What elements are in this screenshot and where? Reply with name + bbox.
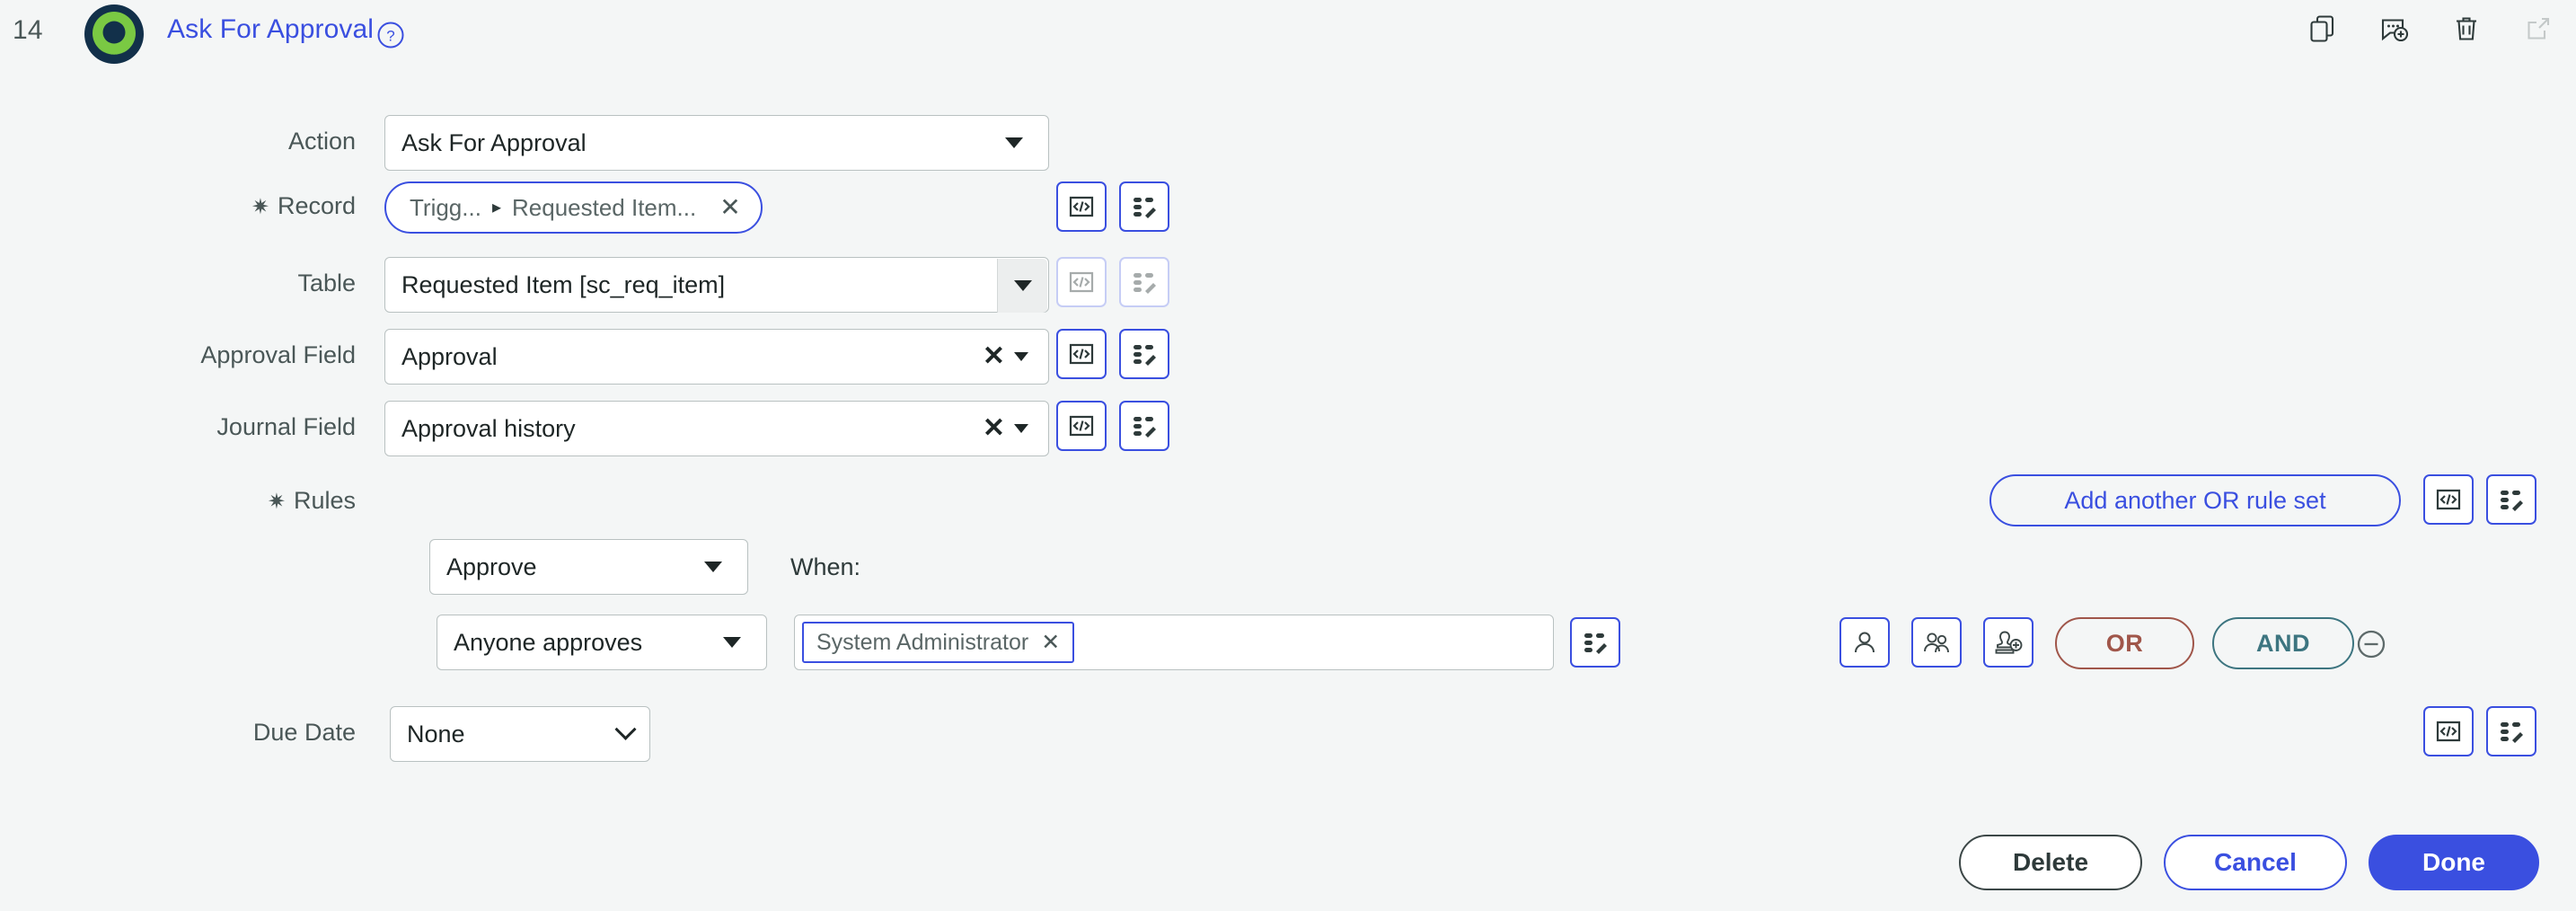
help-circle-icon[interactable]: ? bbox=[375, 20, 406, 50]
rules-data-pill-button[interactable] bbox=[2486, 474, 2536, 525]
approver-type-approver-button[interactable] bbox=[1983, 617, 2033, 668]
approval-ring-icon bbox=[84, 4, 145, 65]
logic-or-button[interactable]: OR bbox=[2055, 617, 2194, 669]
approver-chip-clear-icon[interactable]: ✕ bbox=[1041, 631, 1060, 654]
record-chip[interactable]: Trigg... ▸ Requested Item... ✕ bbox=[384, 181, 763, 234]
rule-decision-select[interactable]: Approve bbox=[429, 539, 748, 595]
when-label: When: bbox=[790, 553, 861, 580]
add-comment-icon[interactable] bbox=[2377, 11, 2413, 47]
record-script-button[interactable] bbox=[1056, 181, 1107, 232]
approval-field-value: Approval bbox=[401, 342, 498, 370]
chevron-right-icon: ▸ bbox=[491, 198, 501, 217]
record-chip-clear-icon[interactable]: ✕ bbox=[719, 195, 740, 220]
due-date-script-button[interactable] bbox=[2423, 706, 2474, 756]
journal-field-label: Journal Field bbox=[216, 413, 356, 440]
table-script-button[interactable] bbox=[1056, 257, 1107, 307]
journal-field-input[interactable]: Approval history ✕ bbox=[384, 401, 1049, 456]
journal-field-data-pill-button[interactable] bbox=[1119, 401, 1169, 451]
approval-field-script-button[interactable] bbox=[1056, 329, 1107, 379]
page-title[interactable]: Ask For Approval bbox=[167, 14, 374, 45]
due-date-label: Due Date bbox=[252, 719, 356, 746]
record-label: ✷ Record bbox=[251, 192, 356, 219]
action-header: 14 Ask For Approval ? bbox=[0, 0, 2576, 66]
journal-field-script-button[interactable] bbox=[1056, 401, 1107, 451]
due-date-select[interactable]: None bbox=[390, 706, 650, 762]
required-asterisk: ✷ bbox=[251, 195, 269, 219]
chevron-down-icon bbox=[614, 718, 637, 740]
journal-field-value: Approval history bbox=[401, 414, 576, 442]
rule-decision-value: Approve bbox=[446, 553, 537, 580]
action-label: Action bbox=[287, 128, 356, 155]
done-button[interactable]: Done bbox=[2369, 835, 2539, 890]
approver-type-user-button[interactable] bbox=[1839, 617, 1890, 668]
approval-field-input[interactable]: Approval ✕ bbox=[384, 329, 1049, 385]
table-data-pill-button[interactable] bbox=[1119, 257, 1169, 307]
record-chip-prefix: Trigg... bbox=[410, 193, 481, 221]
trash-icon[interactable] bbox=[2448, 11, 2484, 47]
header-action-icons bbox=[2305, 11, 2556, 47]
record-data-pill-button[interactable] bbox=[1119, 181, 1169, 232]
chevron-down-icon bbox=[723, 637, 741, 648]
rules-script-button[interactable] bbox=[2423, 474, 2474, 525]
required-asterisk: ✷ bbox=[267, 490, 286, 514]
approver-chip-label: System Administrator bbox=[816, 629, 1029, 655]
cancel-button[interactable]: Cancel bbox=[2164, 835, 2347, 890]
due-date-value: None bbox=[407, 720, 465, 747]
delete-button[interactable]: Delete bbox=[1959, 835, 2142, 890]
approval-field-clear-icon[interactable]: ✕ bbox=[983, 343, 1005, 370]
table-value: Requested Item [sc_req_item] bbox=[401, 270, 726, 298]
chevron-down-icon bbox=[1013, 280, 1032, 291]
journal-field-clear-icon[interactable]: ✕ bbox=[983, 415, 1005, 442]
open-external-icon[interactable] bbox=[2520, 11, 2556, 47]
approver-data-pill-button[interactable] bbox=[1570, 617, 1620, 668]
approver-list-input[interactable]: System Administrator ✕ bbox=[794, 615, 1554, 670]
logic-and-button[interactable]: AND bbox=[2212, 617, 2354, 669]
duplicate-icon[interactable] bbox=[2305, 11, 2341, 47]
chevron-down-icon bbox=[1005, 137, 1023, 148]
approval-field-data-pill-button[interactable] bbox=[1119, 329, 1169, 379]
step-number: 14 bbox=[13, 15, 43, 45]
approval-field-label: Approval Field bbox=[200, 341, 356, 368]
chevron-down-icon[interactable] bbox=[1014, 352, 1028, 361]
rules-label: ✷ Rules bbox=[267, 487, 356, 514]
action-select[interactable]: Ask For Approval bbox=[384, 115, 1049, 171]
due-date-data-pill-button[interactable] bbox=[2486, 706, 2536, 756]
table-select[interactable]: Requested Item [sc_req_item] bbox=[384, 257, 1049, 313]
rule-condition-value: Anyone approves bbox=[454, 628, 643, 656]
record-chip-value: Requested Item... bbox=[512, 193, 697, 221]
action-value: Ask For Approval bbox=[401, 128, 587, 156]
approver-chip[interactable]: System Administrator ✕ bbox=[802, 622, 1075, 663]
rule-condition-select[interactable]: Anyone approves bbox=[437, 615, 767, 670]
table-select-arrow[interactable] bbox=[997, 259, 1047, 313]
minus-circle-icon[interactable] bbox=[2354, 627, 2388, 661]
chevron-down-icon[interactable] bbox=[1014, 424, 1028, 433]
add-or-rule-set-button[interactable]: Add another OR rule set bbox=[1989, 474, 2401, 526]
svg-text:?: ? bbox=[386, 28, 394, 45]
approver-type-group-button[interactable] bbox=[1911, 617, 1962, 668]
table-label: Table bbox=[297, 270, 356, 296]
chevron-down-icon bbox=[704, 562, 722, 572]
